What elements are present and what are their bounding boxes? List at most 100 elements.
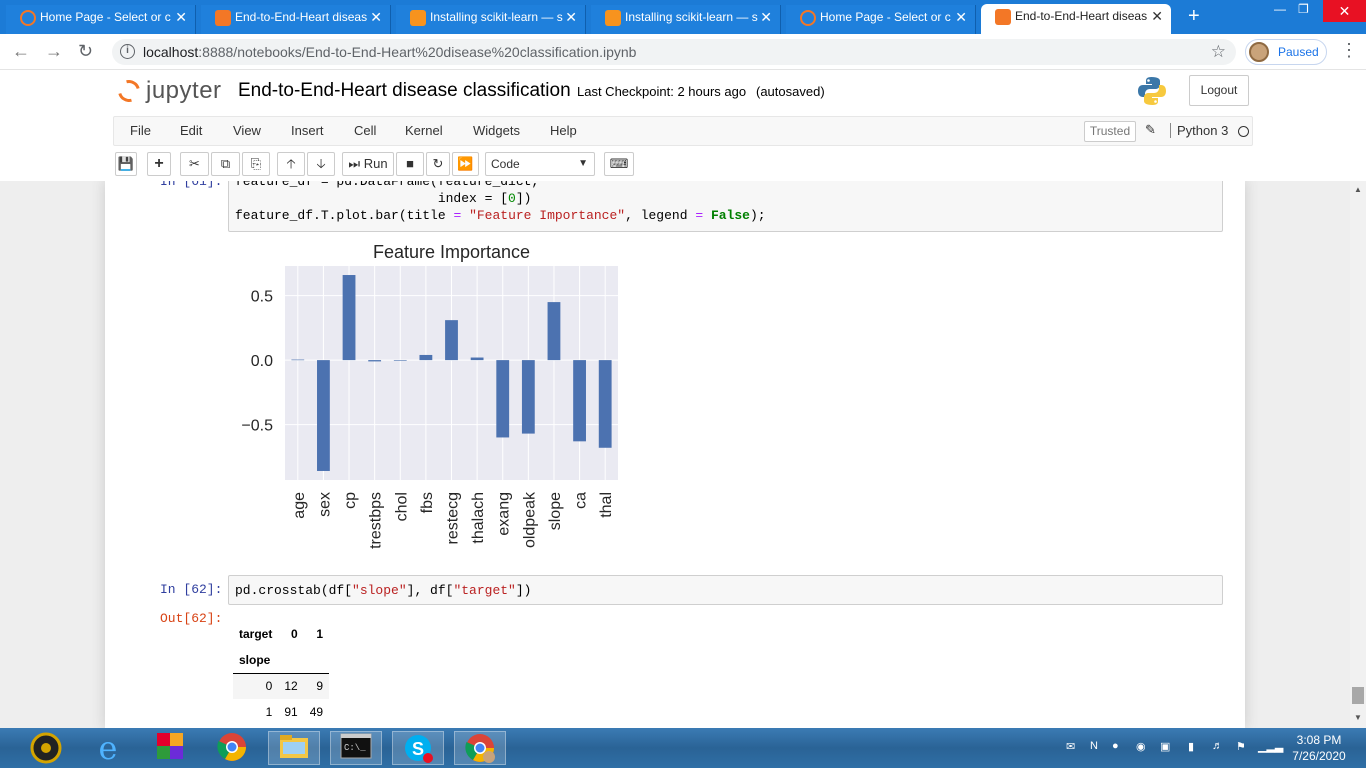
x-tick-label: age [291,492,308,519]
menu-help[interactable]: Help [550,123,577,138]
table-cell: 9 [316,679,324,694]
display-icon[interactable]: ▣ [1160,740,1170,753]
scroll-down-icon[interactable]: ▼ [1354,713,1362,722]
columns-label: target [239,627,273,641]
run-button[interactable]: ⏭ Run [342,152,394,176]
media-player-icon[interactable] [20,731,72,765]
jupyter-logo-text: jupyter [146,77,222,104]
command-prompt-icon[interactable]: C:\_ [330,731,382,765]
code-line: pd.crosstab(df["slope"], df["target"]) [235,583,532,598]
minimize-icon[interactable]: — [1274,2,1286,16]
signal-icon[interactable]: ▁▂▃ [1258,740,1283,753]
chart-bar [470,357,484,361]
language-icon[interactable]: N [1090,740,1098,752]
copy-icon: ⧉ [220,156,231,171]
scrollbar-thumb[interactable] [1352,687,1364,704]
menu-insert[interactable]: Insert [291,123,324,138]
table-cell: 12 [284,679,298,694]
photos-icon[interactable] [144,731,196,765]
window-close-button[interactable]: ✕ [1323,0,1366,22]
trusted-badge[interactable]: Trusted [1084,121,1136,142]
paste-icon: ⎘ [250,156,262,171]
notebook-scroll-area: In [61]: feature_df = pd.DataFrame(featu… [0,181,1366,728]
chart-bar [368,360,382,362]
taskbar-clock[interactable]: 3:08 PM 7/26/2020 [1284,732,1354,764]
battery-icon[interactable]: ▮ [1188,740,1194,753]
profile-button[interactable]: Paused [1245,39,1327,65]
chart-bar [291,359,305,361]
logout-button[interactable]: Logout [1189,75,1249,106]
tab-close-icon[interactable]: ✕ [1151,4,1163,28]
table-row: 1 91 49 [233,699,329,725]
browser-tab[interactable]: Home Page - Select or c ✕ [786,5,976,34]
notification-icon[interactable]: ✉ [1066,740,1075,753]
move-down-button[interactable]: 🡣 [307,152,335,176]
restart-run-all-button[interactable]: ⏩ [452,152,479,176]
kernel-name[interactable]: Python 3 [1170,123,1228,138]
back-icon[interactable]: ← [12,42,30,60]
cell-type-select[interactable]: Code ▼ [485,152,595,176]
browser-tab[interactable]: Installing scikit-learn — s ✕ [396,5,586,34]
move-up-button[interactable]: 🡡 [277,152,305,176]
bookmark-star-icon[interactable]: ☆ [1211,39,1226,65]
tab-close-icon[interactable]: ✕ [760,5,772,29]
network-icon[interactable]: ◉ [1136,740,1146,753]
skype-tray-icon[interactable]: ● [1112,740,1119,752]
table-cell: 49 [309,705,324,719]
menu-file[interactable]: File [130,123,151,138]
x-tick-label: oldpeak [521,491,538,548]
command-palette-button[interactable]: ⌨ [604,152,634,176]
cut-button[interactable]: ✂ [180,152,209,176]
index-label: slope [239,652,271,667]
menu-cell[interactable]: Cell [354,123,376,138]
tab-close-icon[interactable]: ✕ [370,5,382,29]
interrupt-button[interactable]: ■ [396,152,424,176]
page-scrollbar[interactable]: ▲ ▼ [1350,181,1366,728]
browser-tab[interactable]: Installing scikit-learn — s ✕ [591,5,781,34]
file-explorer-icon[interactable] [268,731,320,765]
skype-icon[interactable]: S [392,731,444,765]
url-field[interactable]: i localhost:8888/notebooks/End-to-End-He… [112,39,1236,65]
table-index-row: slope [233,647,330,673]
new-tab-button[interactable]: + [1188,5,1200,27]
chart-bar [573,360,586,442]
chrome-user-icon[interactable] [454,731,506,765]
x-tick-label: fbs [419,492,436,513]
paste-button[interactable]: ⎘ [242,152,270,176]
browser-menu-icon[interactable]: ⋮ [1340,41,1358,59]
menu-kernel[interactable]: Kernel [405,123,443,138]
browser-tab[interactable]: End-to-End-Heart diseas ✕ [201,5,391,34]
column-header: 1 [316,627,324,641]
edit-pencil-icon[interactable]: ✎ [1145,122,1156,138]
restore-icon[interactable]: ❐ [1298,2,1309,16]
reload-icon[interactable]: ↻ [78,42,93,60]
notebook-container: In [61]: feature_df = pd.DataFrame(featu… [105,181,1245,728]
action-center-icon[interactable]: ⚑ [1236,740,1246,753]
chrome-icon[interactable] [206,731,258,765]
forward-icon[interactable]: → [45,42,63,60]
browser-tab[interactable]: End-to-End-Heart diseas ✕ [981,4,1171,34]
copy-button[interactable]: ⧉ [211,152,240,176]
tab-close-icon[interactable]: ✕ [565,5,577,29]
tab-close-icon[interactable]: ✕ [175,5,187,29]
windows-taskbar: e C:\_ S ✉ N ● ◉ ▣ ▮ ♬ ⚑ ▁▂▃ 3:08 PM 7/2… [0,728,1366,768]
keyboard-icon: ⌨ [609,156,629,171]
chart-bar [598,360,612,448]
cell-62-code[interactable]: pd.crosstab(df["slope"], df["target"]) [228,575,1223,605]
insert-cell-button[interactable]: + [147,152,171,176]
scroll-up-icon[interactable]: ▲ [1354,185,1362,194]
restart-button[interactable]: ↻ [426,152,450,176]
menu-edit[interactable]: Edit [180,123,202,138]
menu-view[interactable]: View [233,123,261,138]
menu-widgets[interactable]: Widgets [473,123,520,138]
browser-tab[interactable]: Home Page - Select or c ✕ [6,5,196,34]
notebook-title[interactable]: End-to-End-Heart disease classification [238,80,571,102]
tab-close-icon[interactable]: ✕ [955,5,967,29]
save-button[interactable]: 💾 [115,152,137,176]
cell-62-prompt: In [62]: [160,582,223,597]
internet-explorer-icon[interactable]: e [82,731,134,765]
x-tick-label: sex [316,492,333,517]
site-info-icon[interactable]: i [120,44,135,59]
volume-icon[interactable]: ♬ [1212,740,1223,752]
cell-61-code[interactable]: feature_df = pd.DataFrame(feature_dict, … [228,181,1223,232]
